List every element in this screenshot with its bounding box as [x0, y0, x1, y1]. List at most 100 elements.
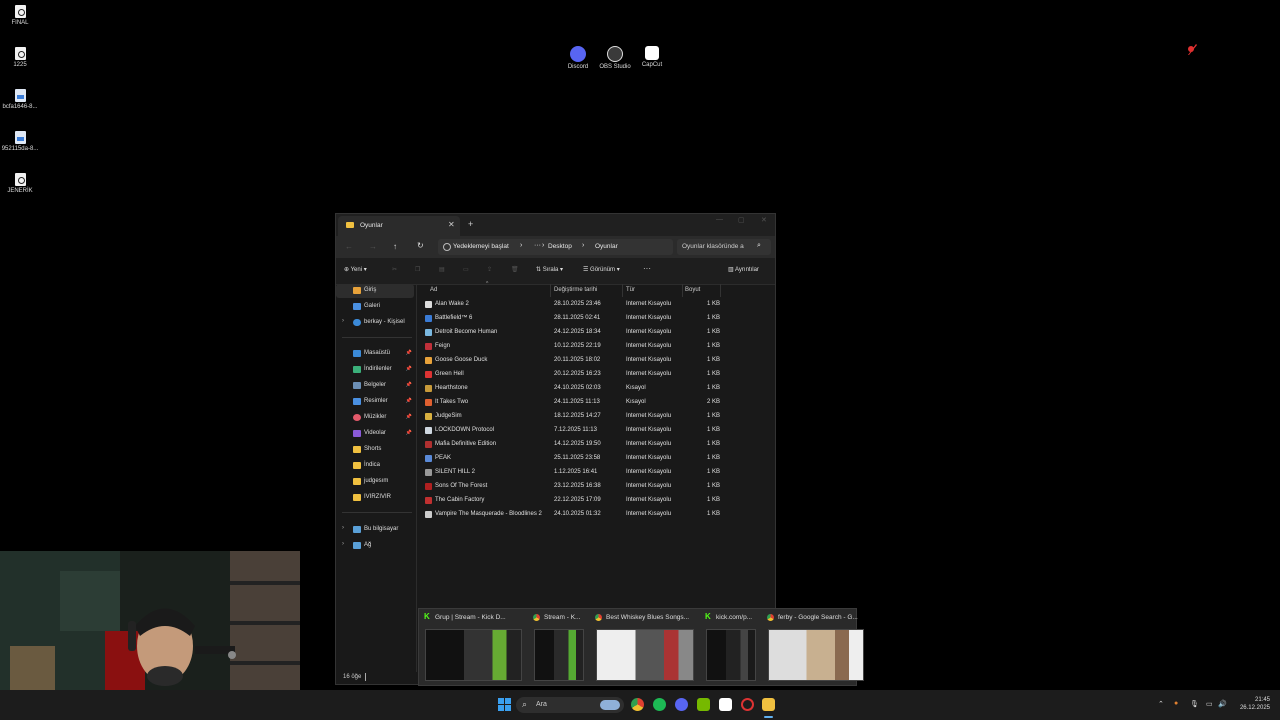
title-bar[interactable]: Oyunlar ✕ + — ▢ ✕: [336, 214, 775, 236]
breadcrumb-oyunlar[interactable]: Oyunlar: [595, 243, 618, 250]
table-row[interactable]: The Cabin Factory 22.12.2025 17:09 Interne…: [418, 494, 720, 508]
table-row[interactable]: Detroit Become Human 24.12.2025 18:34 Inte…: [418, 326, 720, 340]
column-header-date[interactable]: Değiştirme tarihi: [554, 287, 597, 293]
column-divider[interactable]: [720, 284, 721, 297]
close-window-icon[interactable]: ✕: [761, 216, 767, 224]
thumbnail-window[interactable]: Stream - K...: [530, 609, 588, 685]
table-row[interactable]: SILENT HILL 2 1.12.2025 16:41 Internet Kıs…: [418, 466, 720, 480]
delete-icon[interactable]: 🗑: [511, 266, 519, 273]
nav-item-folder[interactable]: judgesım: [336, 475, 414, 489]
chrome-icon[interactable]: [631, 698, 644, 711]
nav-item-gallery[interactable]: Galeri: [336, 300, 414, 314]
table-row[interactable]: Alan Wake 2 28.10.2025 23:46 Internet Kısa…: [418, 298, 720, 312]
refresh-icon[interactable]: ↻: [417, 241, 424, 250]
column-header-type[interactable]: Tür: [626, 287, 635, 293]
nav-item-downloads[interactable]: İndirilenler 📌: [336, 363, 414, 377]
paste-icon[interactable]: ▤: [439, 266, 445, 273]
desktop-icon-952[interactable]: 952115da-8...: [0, 131, 40, 152]
table-row[interactable]: PEAK 25.11.2025 23:58 Internet Kısayolu 1 K…: [418, 452, 720, 466]
table-row[interactable]: LOCKDOWN Protocol 7.12.2025 11:13 Internet…: [418, 424, 720, 438]
thumbnail-window[interactable]: Kkick.com/p...: [702, 609, 760, 685]
backup-label[interactable]: Yedeklemeyi başlat: [453, 243, 509, 250]
column-header-size[interactable]: Boyut: [685, 287, 700, 293]
search-input[interactable]: Oyunlar klasöründe a ⌕: [677, 239, 771, 255]
minimize-icon[interactable]: —: [716, 216, 723, 223]
nav-item-folder[interactable]: Shorts: [336, 443, 414, 457]
table-row[interactable]: Sons Of The Forest 23.12.2025 16:38 Intern…: [418, 480, 720, 494]
column-divider[interactable]: [682, 284, 683, 297]
breadcrumb-more[interactable]: ···: [534, 242, 541, 249]
chevron-right-icon[interactable]: ›: [342, 525, 344, 531]
chevron-up-icon[interactable]: ⌃: [1158, 700, 1164, 708]
nav-item-music[interactable]: Müzikler 📌: [336, 411, 414, 425]
network-icon[interactable]: ▭: [1206, 700, 1213, 708]
table-row[interactable]: It Takes Two 24.11.2025 11:13 Kısayol 2 KB: [418, 396, 720, 410]
chevron-right-icon[interactable]: ›: [342, 541, 344, 547]
thumbnail-window[interactable]: Best Whiskey Blues Songs...: [592, 609, 698, 685]
table-row[interactable]: Goose Goose Duck 20.11.2025 18:02 Internet…: [418, 354, 720, 368]
back-icon[interactable]: ←: [345, 242, 353, 251]
taskbar-search[interactable]: ⌕ Ara: [516, 697, 624, 713]
capcut-icon[interactable]: [719, 698, 732, 711]
desktop-icon-final[interactable]: FINAL: [0, 5, 40, 26]
table-row[interactable]: Green Hell 20.12.2025 16:23 Internet Kısay…: [418, 368, 720, 382]
nav-item-folder[interactable]: İndica: [336, 459, 414, 473]
spotify-icon[interactable]: [653, 698, 666, 711]
share-icon[interactable]: ⇪: [487, 266, 492, 273]
desktop-icon-1225[interactable]: 1225: [0, 47, 40, 68]
nav-item-network[interactable]: › Ağ: [336, 539, 414, 553]
pane-divider[interactable]: [416, 284, 417, 672]
cut-icon[interactable]: ✂: [392, 266, 397, 273]
view-button[interactable]: ☰ Görünüm ▾: [583, 266, 620, 273]
microphone-icon[interactable]: 🎙: [1190, 700, 1199, 708]
tray-app-icon[interactable]: ●: [1174, 700, 1178, 707]
table-row[interactable]: Vampire The Masquerade - Bloodlines 2 24.…: [418, 508, 720, 522]
volume-icon[interactable]: 🔊: [1218, 700, 1227, 708]
table-row[interactable]: Hearthstone 24.10.2025 02:03 Kısayol 1 KB: [418, 382, 720, 396]
nav-item-videos[interactable]: Videolar 📌: [336, 427, 414, 441]
nav-item-this-pc[interactable]: › Bu bilgisayar: [336, 523, 414, 537]
nav-item-folder[interactable]: IVIRZIVIR: [336, 491, 414, 505]
forward-icon[interactable]: →: [369, 242, 377, 251]
nav-item-documents[interactable]: Belgeler 📌: [336, 379, 414, 393]
desktop-app-capcut[interactable]: CapCut: [630, 46, 674, 68]
chevron-right-icon[interactable]: ›: [342, 318, 344, 324]
clock[interactable]: 21:45 26.12.2025: [1230, 696, 1270, 712]
details-button[interactable]: ▥ Ayrıntılar: [728, 266, 759, 273]
desktop-icon-jenerik[interactable]: JENERİK: [0, 173, 40, 194]
chevron-right-icon: ›: [520, 242, 523, 249]
nav-item-pictures[interactable]: Resimler 📌: [336, 395, 414, 409]
new-tab-icon[interactable]: +: [468, 219, 473, 229]
app-icon[interactable]: [741, 698, 754, 711]
discord-icon[interactable]: [675, 698, 688, 711]
column-header-name[interactable]: Ad: [430, 287, 437, 293]
column-divider[interactable]: [550, 284, 551, 297]
more-button[interactable]: ···: [643, 264, 651, 273]
rename-icon[interactable]: ▭: [463, 266, 469, 273]
desktop-icon-label: FINAL: [11, 20, 29, 26]
nav-item-onedrive[interactable]: › berkay - Kişisel: [336, 316, 414, 330]
sort-button[interactable]: ⇅ Sırala ▾: [536, 266, 563, 273]
breadcrumb-desktop[interactable]: Desktop: [548, 243, 572, 250]
up-icon[interactable]: ↑: [393, 242, 397, 251]
nav-item-desktop[interactable]: Masaüstü 📌: [336, 347, 414, 361]
tab-oyunlar[interactable]: Oyunlar ✕: [338, 216, 460, 236]
column-divider[interactable]: [622, 284, 623, 297]
close-tab-icon[interactable]: ✕: [448, 220, 455, 229]
thumbnail-window[interactable]: ferby - Google Search - G...: [764, 609, 868, 685]
new-button[interactable]: ⊕ Yeni ▾: [344, 266, 367, 273]
table-row[interactable]: JudgeSim 18.12.2025 14:27 Internet Kısayol…: [418, 410, 720, 424]
start-button[interactable]: [498, 698, 511, 711]
maximize-icon[interactable]: ▢: [738, 216, 745, 224]
desktop-icon-label: 1225: [13, 62, 27, 68]
table-row[interactable]: Battlefield™ 6 28.11.2025 02:41 Internet K…: [418, 312, 720, 326]
desktop-icon-bcfa[interactable]: bcfa1646-8...: [0, 89, 40, 110]
copy-icon[interactable]: ❐: [415, 266, 420, 273]
nvidia-icon[interactable]: [697, 698, 710, 711]
thumbnail-window[interactable]: K Grup | Stream - Kick D...: [421, 609, 526, 685]
table-row[interactable]: Mafia Definitive Edition 14.12.2025 19:50…: [418, 438, 720, 452]
file-explorer-taskbar-icon[interactable]: [762, 698, 775, 711]
table-row[interactable]: Feign 10.12.2025 22:19 Internet Kısayolu 1 …: [418, 340, 720, 354]
breadcrumb[interactable]: Yedeklemeyi başlat › ··· › Desktop › Oyu…: [438, 239, 673, 255]
nav-item-home[interactable]: Giriş: [336, 284, 414, 298]
